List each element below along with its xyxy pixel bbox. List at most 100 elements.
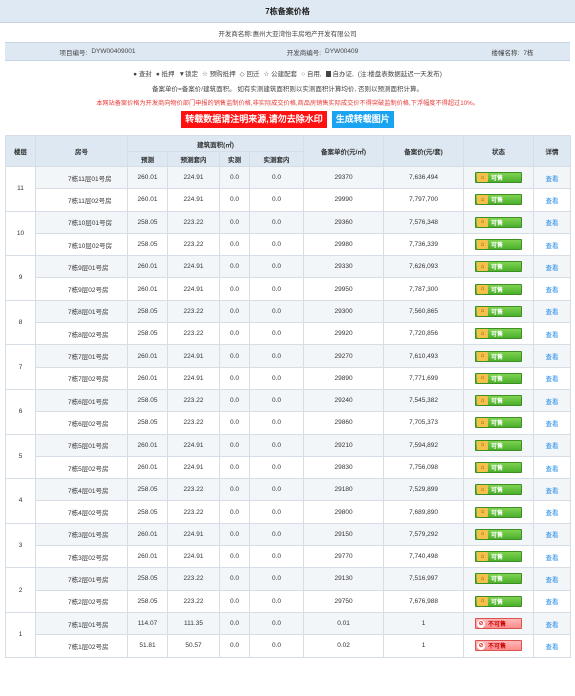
table-row: 7栋6层02号房 258.05 223.22 0.0 0.0 29860 7,705,373… — [6, 411, 572, 435]
house-icon: ⌂ — [477, 329, 489, 339]
status-cell: ⌂ 可售 — [463, 478, 535, 502]
detail-link[interactable]: 查看 — [533, 611, 572, 636]
pred-inner-area-cell: 223.22 — [167, 500, 220, 524]
pred-area-cell: 260.01 — [127, 188, 168, 212]
unit-price-cell: 29860 — [303, 411, 385, 435]
house-icon: ⌂ — [477, 284, 489, 294]
status-label: 可售 — [491, 599, 504, 606]
room-cell: 7栋8层01号房 — [35, 299, 128, 324]
detail-link[interactable]: 查看 — [533, 589, 572, 613]
house-icon: ⌂ — [477, 529, 489, 539]
actual-area-cell: 0.0 — [219, 366, 250, 390]
actual-inner-area-cell: 0.0 — [248, 455, 305, 480]
detail-link[interactable]: 查看 — [533, 634, 572, 658]
header-status: 状态 — [463, 135, 535, 167]
status-available-badge: ⌂ 可售 — [475, 551, 523, 563]
house-icon: ⌂ — [477, 507, 489, 517]
status-label: 可售 — [491, 555, 504, 562]
detail-link[interactable]: 查看 — [533, 388, 572, 413]
detail-link[interactable]: 查看 — [533, 522, 572, 547]
detail-link[interactable]: 查看 — [533, 255, 572, 279]
pred-inner-area-cell: 224.91 — [167, 188, 220, 212]
actual-area-cell: 0.0 — [219, 344, 250, 368]
room-cell: 7栋6层01号房 — [35, 388, 128, 413]
pred-inner-area-cell: 224.91 — [167, 433, 220, 457]
actual-inner-area-cell: 0.0 — [248, 545, 305, 569]
detail-link[interactable]: 查看 — [533, 500, 572, 524]
actual-inner-area-cell: 0.0 — [248, 388, 305, 413]
room-cell: 7栋11层02号房 — [35, 188, 128, 212]
status-available-badge: ⌂ 可售 — [475, 172, 523, 184]
status-available-badge: ⌂ 可售 — [475, 372, 523, 384]
status-label: 可售 — [491, 399, 504, 406]
room-cell: 7栋3层01号房 — [35, 522, 128, 547]
house-icon: ⌂ — [477, 552, 489, 562]
detail-link[interactable]: 查看 — [533, 344, 572, 368]
status-available-badge: ⌂ 可售 — [475, 305, 523, 317]
detail-link[interactable]: 查看 — [533, 478, 572, 502]
pred-inner-area-cell: 223.22 — [167, 299, 220, 324]
header-room: 房号 — [35, 135, 128, 167]
status-label: 不可售 — [488, 622, 507, 629]
room-cell: 7栋9层01号房 — [35, 255, 128, 279]
floor-cell: 4 — [5, 478, 36, 524]
house-icon: ⌂ — [477, 440, 489, 450]
header-actual: 实测 — [219, 151, 250, 167]
header-total-price: 备案价(元/套) — [383, 135, 465, 167]
detail-link[interactable]: 查看 — [533, 188, 572, 212]
detail-link[interactable]: 查看 — [533, 455, 572, 480]
detail-link[interactable]: 查看 — [533, 567, 572, 591]
no-entry-icon: ⊘ — [477, 641, 486, 650]
floor-cell: 8 — [5, 299, 36, 346]
actual-inner-area-cell: 0.0 — [248, 188, 305, 212]
unit-price-cell: 29830 — [303, 455, 385, 480]
repost-notice-button[interactable]: 转载数据请注明来源,请勿去除水印 — [181, 110, 327, 128]
pred-inner-area-cell: 224.91 — [167, 255, 220, 279]
unit-price-cell: 29980 — [303, 232, 385, 257]
developer-line: 开发商名称: 惠州大亚湾怡丰房地产开发有限公司 — [0, 23, 575, 42]
actual-inner-area-cell: 0.0 — [248, 322, 305, 346]
generate-image-button[interactable]: 生成转载图片 — [331, 110, 394, 128]
pred-inner-area-cell: 111.35 — [167, 611, 220, 636]
detail-link[interactable]: 查看 — [533, 545, 572, 569]
unit-price-cell: 29330 — [303, 255, 385, 279]
detail-link[interactable]: 查看 — [533, 411, 572, 435]
table-row: 1 7栋1层01号房 114.07 111.35 0.0 0.0 0.01 1 ⊘ 不可售 查看 — [5, 611, 572, 658]
status-cell: ⌂ 可售 — [463, 188, 535, 212]
detail-link[interactable]: 查看 — [533, 433, 572, 457]
status-cell: ⌂ 可售 — [463, 232, 535, 257]
status-label: 可售 — [491, 332, 504, 339]
detail-link[interactable]: 查看 — [533, 277, 572, 301]
status-cell: ⌂ 可售 — [463, 366, 535, 390]
house-icon: ⌂ — [477, 396, 489, 406]
status-available-badge: ⌂ 可售 — [475, 528, 523, 540]
table-row: 8 7栋8层01号房 258.05 223.22 0.0 0.0 29300 7,560,86… — [5, 299, 572, 346]
status-available-badge: ⌂ 可售 — [475, 395, 523, 407]
table-row: 2 7栋2层01号房 258.05 223.22 0.0 0.0 29130 7,516,99… — [5, 567, 572, 613]
status-available-badge: ⌂ 可售 — [475, 216, 523, 228]
pred-area-cell: 260.01 — [127, 165, 168, 190]
legend-note: (注:楼盘表数据延迟一天发布) — [357, 71, 442, 78]
detail-link[interactable]: 查看 — [533, 299, 572, 324]
detail-link[interactable]: 查看 — [533, 232, 572, 257]
detail-link[interactable]: 查看 — [533, 210, 572, 234]
total-price-cell: 7,579,292 — [383, 522, 465, 547]
detail-link[interactable]: 查看 — [533, 322, 572, 346]
detail-link[interactable]: 查看 — [533, 366, 572, 390]
table-row: 7栋9层02号房 260.01 224.91 0.0 0.0 29950 7,787,300… — [6, 277, 572, 301]
status-available-badge: ⌂ 可售 — [475, 484, 523, 496]
table-row: 9 7栋9层01号房 260.01 224.91 0.0 0.0 29330 7,626,09… — [5, 255, 572, 301]
price-table: 楼层 房号 建筑面积(㎡) 备案单价(元/㎡) 备案价(元/套) 状态 详情 预… — [5, 135, 572, 658]
actual-area-cell: 0.0 — [219, 411, 250, 435]
status-label: 可售 — [491, 176, 504, 183]
total-price-cell: 7,736,339 — [383, 232, 465, 257]
total-price-cell: 7,740,498 — [383, 545, 465, 569]
detail-link[interactable]: 查看 — [533, 165, 572, 190]
actual-area-cell: 0.0 — [219, 500, 250, 524]
header-unit-price: 备案单价(元/㎡) — [303, 135, 385, 167]
unit-price-cell: 29300 — [303, 299, 385, 324]
unit-price-cell: 29210 — [303, 433, 385, 457]
house-icon: ⌂ — [477, 418, 489, 428]
unit-price-cell: 29150 — [303, 522, 385, 547]
pred-inner-area-cell: 223.22 — [167, 232, 220, 257]
